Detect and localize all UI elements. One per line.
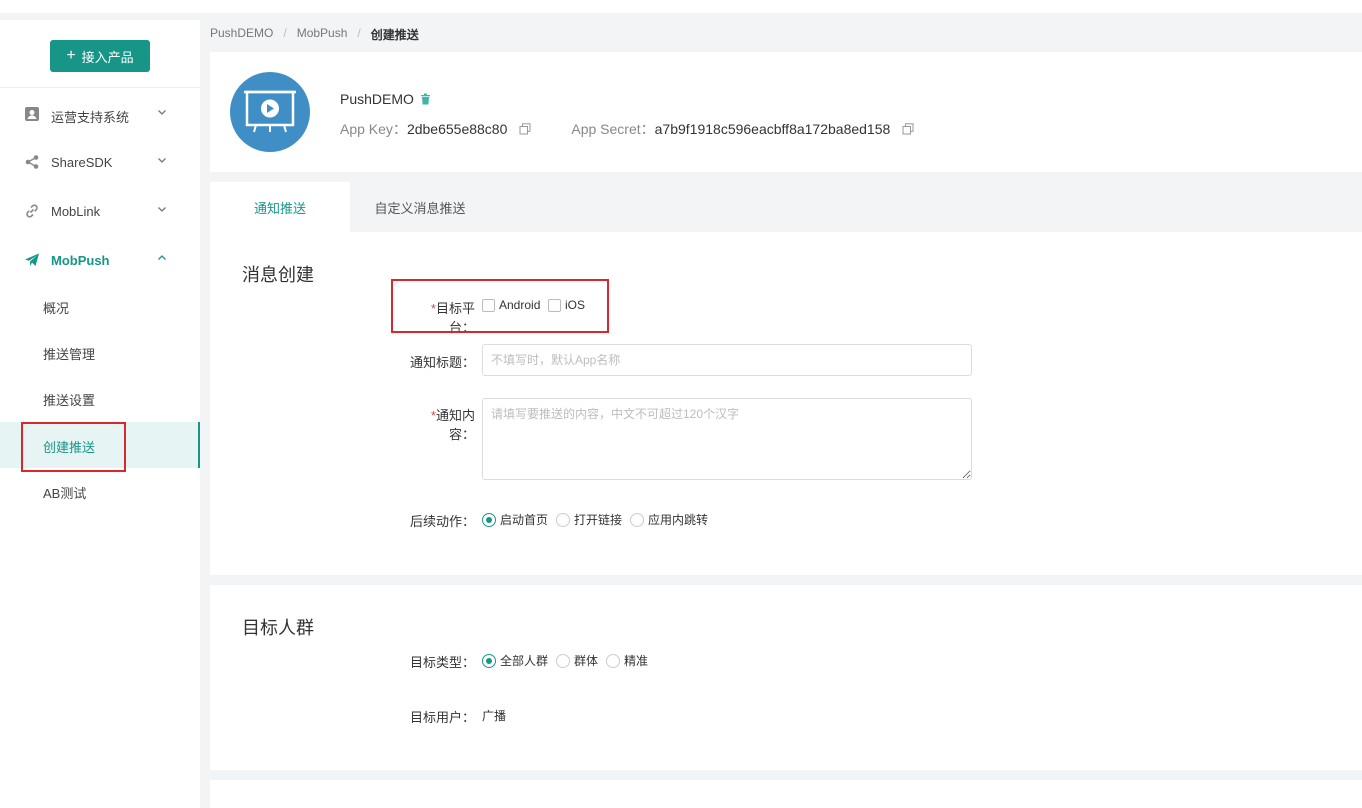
section-title: 目标人群 [242,618,314,638]
breadcrumb-separator: / [283,26,287,40]
breadcrumb-item[interactable]: MobPush [297,26,348,43]
sidebar-item-moblink[interactable]: MobLink [0,191,200,231]
plus-icon: + [66,47,76,64]
sidebar-subitem-overview[interactable]: 概况 [0,283,200,329]
radio-dot[interactable] [482,512,496,527]
radio-label: 群体 [574,654,599,668]
notify-title-input[interactable] [482,344,972,376]
tab-notification-push[interactable]: 通知推送 [210,182,350,232]
action-radio-in-app[interactable]: 应用内跳转 [630,511,708,528]
sidebar-subitem-label: AB测试 [43,486,87,501]
sidebar: + 接入产品 运营支持系统 ShareSDK MobLink MobPush 概… [0,20,200,808]
breadcrumb-item[interactable]: PushDEMO [210,26,273,43]
action-label: 后续动作： [409,514,475,529]
action-radio-home[interactable]: 启动首页 [482,511,548,528]
action-radio-link[interactable]: 打开链接 [556,511,622,528]
sidebar-item-label: MobLink [51,204,101,219]
notify-title-label: 通知标题： [409,355,475,370]
breadcrumb-current: 创建推送 [370,28,419,42]
app-info-card: PushDEMO App Key： 2dbe655e88c80 App Secr… [210,52,1362,172]
app-secret-value: a7b9f1918c596eacbff8a172ba8ed158 [654,121,891,137]
sidebar-subitem-ab-test[interactable]: AB测试 [0,468,200,514]
sidebar-item-label: MobPush [51,253,110,268]
highlight-box-platform [391,279,609,333]
copy-icon[interactable] [902,123,914,135]
target-type-radio-precise[interactable]: 精准 [606,652,648,669]
app-avatar [230,72,310,152]
top-bar [0,0,1362,13]
highlight-box-sidebar [21,422,126,472]
message-create-section: 消息创建 *目标平台： Android iOS 通知标题： *通知内容： 后续动… [210,232,1362,575]
add-product-area: + 接入产品 [0,20,200,88]
radio-dot[interactable] [606,653,620,668]
target-type-radio-all[interactable]: 全部人群 [482,652,548,669]
app-key-row: App Key： 2dbe655e88c80 App Secret： a7b9f… [340,119,914,139]
section-title: 消息创建 [242,265,314,285]
target-type-label: 目标类型： [409,655,475,670]
radio-label: 全部人群 [500,654,549,668]
share-icon [25,155,39,169]
app-name: PushDEMO [340,91,414,107]
sidebar-item-mobpush[interactable]: MobPush [0,240,200,280]
radio-label: 打开链接 [574,513,623,527]
target-audience-section: 目标人群 目标类型： 全部人群 群体 精准 目标用户： 广播 [210,585,1362,770]
sidebar-item-label: 运营支持系统 [51,110,130,125]
content-label: *通知内容： [405,405,475,443]
paper-plane-icon [25,253,39,266]
radio-dot[interactable] [482,653,496,668]
sidebar-subitem-label: 推送管理 [43,347,96,362]
app-key-value: 2dbe655e88c80 [406,121,508,137]
notify-content-textarea[interactable] [482,398,972,480]
radio-label: 精准 [624,654,649,668]
push-type-tabs: 通知推送 自定义消息推送 [210,182,1362,232]
sidebar-item-ops[interactable]: 运营支持系统 [0,94,200,134]
radio-dot[interactable] [630,512,644,527]
sidebar-subitem-label: 概况 [43,301,70,316]
add-product-label: 接入产品 [81,49,134,65]
radio-dot[interactable] [556,512,570,527]
chevron-down-icon [158,158,166,163]
target-type-radio-group[interactable]: 群体 [556,652,598,669]
sidebar-subitem-push-manage[interactable]: 推送管理 [0,329,200,375]
link-icon [26,204,38,218]
app-name-row: PushDEMO [340,91,431,107]
radio-label: 应用内跳转 [648,513,709,527]
tab-custom-message-push[interactable]: 自定义消息推送 [350,182,490,232]
target-user-value: 广播 [482,709,507,723]
breadcrumb-separator: / [357,26,361,40]
sidebar-item-sharesdk[interactable]: ShareSDK [0,142,200,182]
add-product-button[interactable]: + 接入产品 [50,40,150,72]
target-user-label: 目标用户： [409,710,475,725]
app-secret-label: App Secret： [571,121,655,137]
sidebar-item-label: ShareSDK [51,155,113,170]
content-label-text: 通知内容： [435,408,475,442]
radio-label: 启动首页 [500,513,549,527]
app-key-label: App Key： [340,121,407,137]
breadcrumb: PushDEMO / MobPush / 创建推送 [210,26,419,43]
sidebar-subitem-push-settings[interactable]: 推送设置 [0,375,200,421]
next-section [210,780,1362,808]
chevron-down-icon [158,110,166,115]
user-card-icon [25,107,39,121]
radio-dot[interactable] [556,653,570,668]
chevron-up-icon [158,255,166,260]
trash-icon[interactable] [420,93,431,105]
copy-icon[interactable] [519,123,531,135]
sidebar-subitem-label: 推送设置 [43,393,96,408]
chevron-down-icon [158,207,166,212]
video-board-icon [244,90,296,133]
